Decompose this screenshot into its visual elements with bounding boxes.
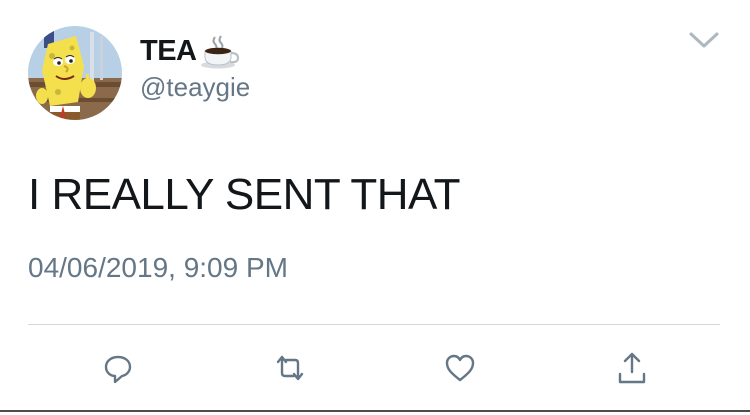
like-icon[interactable] xyxy=(440,348,480,388)
chevron-down-icon[interactable] xyxy=(686,28,722,52)
display-name-text: TEA xyxy=(140,34,197,67)
display-name[interactable]: TEA xyxy=(140,33,241,69)
tweet-timestamp[interactable]: 04/06/2019, 9:09 PM xyxy=(28,252,288,284)
user-handle[interactable]: @teaygie xyxy=(140,72,250,103)
tweet-text: I REALLY SENT THAT xyxy=(28,170,460,219)
coffee-cup-icon xyxy=(199,33,241,69)
reply-icon[interactable] xyxy=(98,348,138,388)
divider xyxy=(28,324,720,325)
bottom-border xyxy=(0,410,750,412)
retweet-icon[interactable] xyxy=(270,348,310,388)
share-icon[interactable] xyxy=(612,348,652,388)
spongebob-avatar-image xyxy=(28,26,122,120)
avatar[interactable] xyxy=(28,26,122,120)
